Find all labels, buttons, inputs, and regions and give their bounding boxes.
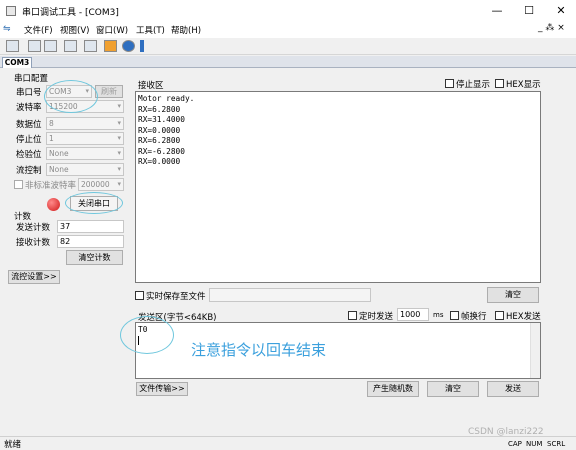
hex-send-label: HEX发送: [506, 312, 541, 322]
serial-config-title: 串口配置: [14, 74, 49, 84]
nonstd-baud-checkbox[interactable]: [14, 180, 23, 189]
receive-line: RX=6.2800: [138, 136, 181, 145]
menu-tools[interactable]: 工具(T): [136, 24, 165, 36]
status-bar: 就绪 CSDN @lanzi222 CAP NUM SCRL: [0, 427, 576, 450]
send-text: T0: [138, 325, 148, 334]
receive-line: RX=31.4000: [138, 115, 185, 124]
title-bar: 串口调试工具 - [COM3] — ☐ ✕: [0, 0, 576, 22]
document-tabs: COM3: [0, 56, 576, 68]
receive-line: RX=6.2800: [138, 104, 181, 114]
num-indicator: NUM: [526, 440, 543, 448]
menu-bar: ⇋ 文件(F) 视图(V) 窗口(W) 工具(T) 帮助(H) _ ⁂ ×: [0, 22, 576, 38]
save-file-path[interactable]: [209, 288, 371, 302]
interval-unit: ms: [433, 311, 444, 319]
tab-com3[interactable]: COM3: [2, 57, 32, 68]
status-text: 就绪: [4, 440, 22, 450]
stopbits-label: 停止位: [16, 135, 42, 145]
timed-send-label: 定时发送: [359, 312, 394, 322]
app-icon: [6, 6, 16, 16]
window-title: 串口调试工具 - [COM3]: [22, 8, 119, 18]
clear-send-button[interactable]: 清空: [427, 381, 479, 397]
databits-select[interactable]: 8 ▾: [46, 117, 124, 130]
hex-display-checkbox[interactable]: [495, 79, 504, 88]
help-icon[interactable]: [122, 40, 135, 52]
save-realtime-label: 实时保存至文件: [146, 292, 206, 302]
stop-display-label: 停止显示: [456, 80, 491, 90]
menu-file[interactable]: 文件(F): [24, 24, 53, 36]
highlight-circle-port: [44, 80, 98, 113]
main-panel: 串口配置 串口号 COM3 ▾ 刷新 波特率 115200 ▾ 数据位 8 ▾ 停止位…: [0, 68, 576, 435]
refresh-button[interactable]: 刷新: [95, 85, 123, 98]
toolbar: [0, 38, 576, 55]
toolbar-overflow-icon[interactable]: [140, 40, 144, 52]
hex-send-checkbox[interactable]: [495, 311, 504, 320]
save-realtime-checkbox[interactable]: [135, 291, 144, 300]
timed-send-checkbox[interactable]: [348, 311, 357, 320]
highlight-circle-close-port: [65, 192, 123, 214]
receive-line: RX=-6.2800: [138, 146, 185, 156]
close-button[interactable]: ✕: [546, 0, 576, 22]
flow-settings-button[interactable]: 流控设置>>: [8, 270, 60, 284]
stopbits-select[interactable]: 1 ▾: [46, 132, 124, 145]
receive-textarea[interactable]: Motor ready. RX=6.2800 RX=31.4000 RX=0.0…: [135, 91, 541, 283]
scrl-indicator: SCRL: [547, 440, 566, 448]
databits-label: 数据位: [16, 120, 42, 130]
receive-line: RX=0.0000: [138, 157, 181, 166]
newline-checkbox[interactable]: [450, 311, 459, 320]
receive-title: 接收区: [138, 81, 164, 91]
random-button[interactable]: 产生随机数: [367, 381, 419, 397]
sent-count-value: 37: [57, 220, 124, 233]
sent-count-label: 发送计数: [16, 223, 51, 233]
receive-line: RX=0.0000: [138, 125, 181, 135]
parity-select[interactable]: None ▾: [46, 147, 124, 160]
clear-receive-button[interactable]: 清空: [487, 287, 539, 303]
print-icon[interactable]: [64, 40, 77, 52]
menu-help[interactable]: 帮助(H): [171, 24, 201, 36]
interval-input[interactable]: 1000: [397, 308, 429, 321]
nonstd-baud-label: 非标准波特率: [25, 181, 77, 191]
port-label: 串口号: [16, 88, 42, 98]
baud-label: 波特率: [16, 103, 42, 113]
stop-display-checkbox[interactable]: [445, 79, 454, 88]
menu-window[interactable]: 窗口(W): [96, 24, 128, 36]
watermark: CSDN @lanzi222: [468, 427, 544, 437]
highlight-circle-send: [120, 316, 174, 354]
nonstd-baud-select[interactable]: 200000 ▾: [78, 178, 124, 191]
recv-count-label: 接收计数: [16, 238, 51, 248]
mdi-app-icon: ⇋: [3, 24, 11, 34]
annotation-text: 注意指令以回车结束: [191, 341, 327, 359]
newline-label: 帧换行: [461, 312, 487, 322]
flow-select[interactable]: None ▾: [46, 163, 124, 176]
window-icon[interactable]: [84, 40, 97, 52]
maximize-button[interactable]: ☐: [514, 0, 544, 22]
tile-vertical-icon[interactable]: [44, 40, 57, 52]
hex-display-label: HEX显示: [506, 80, 541, 90]
tile-horizontal-icon[interactable]: [28, 40, 41, 52]
file-transfer-button[interactable]: 文件传输>>: [136, 382, 188, 396]
port-status-indicator: [47, 198, 60, 211]
send-button[interactable]: 发送: [487, 381, 539, 397]
menu-view[interactable]: 视图(V): [60, 24, 89, 36]
receive-line: Motor ready.: [138, 94, 195, 103]
clear-count-button[interactable]: 清空计数: [66, 250, 123, 265]
flow-label: 流控制: [16, 166, 42, 176]
send-scrollbar[interactable]: [530, 323, 540, 378]
minimize-button[interactable]: —: [482, 0, 512, 22]
upload-icon[interactable]: [104, 40, 117, 52]
caps-indicator: CAP: [508, 440, 522, 448]
recv-count-value: 82: [57, 235, 124, 248]
parity-label: 检验位: [16, 150, 42, 160]
save-icon[interactable]: [6, 40, 19, 52]
mdi-window-controls[interactable]: _ ⁂ ×: [538, 23, 565, 33]
